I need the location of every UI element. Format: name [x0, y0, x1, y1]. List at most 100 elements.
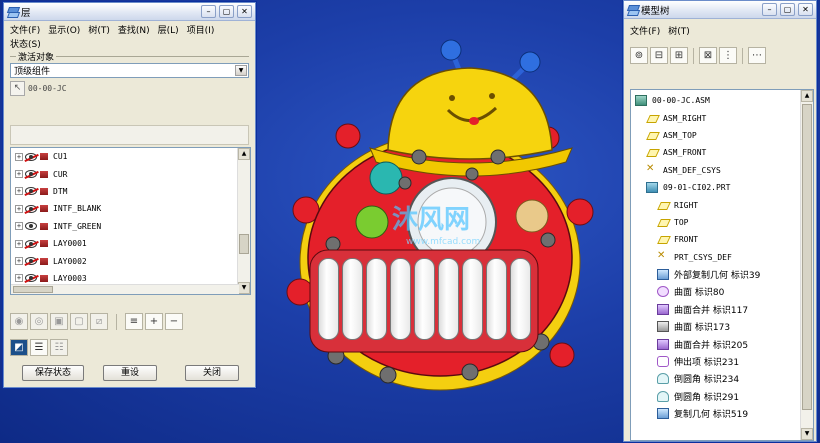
model-tree[interactable]: 00-00-JC.ASM ASM_RIGHT ASM_TOP ASM_FRONT ASM… — [630, 89, 814, 441]
view-mode-icon[interactable]: ◩ — [10, 339, 28, 356]
eye-hidden-icon[interactable] — [25, 170, 37, 179]
layer-settings-icon[interactable]: ≡ — [125, 313, 143, 330]
add-icon[interactable]: + — [145, 313, 163, 330]
scroll-thumb[interactable] — [239, 234, 249, 254]
layer-row[interactable]: + LAY0002 — [11, 252, 250, 269]
layer-row[interactable]: + CU1 — [11, 148, 250, 165]
hide-icon[interactable]: ◎ — [30, 313, 48, 330]
remove-icon[interactable]: − — [165, 313, 183, 330]
tree-item[interactable]: 倒圆角 标识291 — [631, 388, 813, 405]
show-tree-icon[interactable]: ⋯ — [748, 47, 766, 64]
menu-item[interactable]: 项目(I) — [187, 24, 215, 38]
eye-hidden-icon[interactable] — [25, 274, 37, 283]
layer-row[interactable]: + INTF_GREEN — [11, 218, 250, 235]
tree-item[interactable]: ASM_FRONT — [631, 144, 813, 161]
eye-hidden-icon[interactable] — [25, 187, 37, 196]
tool-separator — [742, 47, 743, 64]
hscroll-thumb[interactable] — [13, 286, 53, 293]
tree-item[interactable]: RIGHT — [631, 196, 813, 213]
scroll-thumb[interactable] — [802, 104, 812, 410]
tree-columns-icon[interactable]: ⊞ — [670, 47, 688, 64]
expand-icon[interactable]: + — [15, 170, 23, 179]
eye-hidden-icon[interactable] — [25, 257, 37, 266]
piano-key — [342, 258, 363, 340]
minimize-button[interactable]: – — [201, 5, 216, 18]
layers-list[interactable]: + CU1 + CUR + DTM + INTF_BLANK + INTF_GREEN + LAY00… — [10, 147, 251, 295]
expand-icon[interactable]: + — [15, 152, 23, 161]
close-window-button[interactable]: ✕ — [237, 5, 252, 18]
tree-item[interactable]: ASM_TOP — [631, 127, 813, 144]
tree-item[interactable]: 倒圆角 标识234 — [631, 370, 813, 387]
layers-titlebar[interactable]: 层 – ▢ ✕ — [4, 3, 255, 21]
menu-layer[interactable]: 层(L) — [158, 24, 179, 38]
tree-item[interactable]: ASM_RIGHT — [631, 109, 813, 126]
expand-icon[interactable]: + — [15, 204, 23, 213]
isolate-icon[interactable]: ▣ — [50, 313, 68, 330]
tree-filter-icon[interactable]: ⊟ — [650, 47, 668, 64]
tree-item[interactable]: ASM_DEF_CSYS — [631, 162, 813, 179]
menu-file[interactable]: 文件(F) — [630, 25, 660, 39]
close-button[interactable]: 关闭 — [185, 365, 239, 381]
chevron-down-icon[interactable]: ▼ — [235, 65, 247, 76]
menu-display[interactable]: 显示(O) — [48, 24, 80, 38]
model-tree-vscroll[interactable]: ▲ ▼ — [800, 90, 813, 440]
watermark-url: www.mfcad.com — [406, 237, 480, 247]
tree-item[interactable]: 伸出项 标识231 — [631, 353, 813, 370]
layers-hscroll[interactable] — [11, 284, 239, 294]
tree-item[interactable]: TOP — [631, 214, 813, 231]
save-state-button[interactable]: 保存状态 — [22, 365, 84, 381]
select-layer-icon[interactable]: ▢ — [70, 313, 88, 330]
show-icon[interactable]: ◉ — [10, 313, 28, 330]
active-object-select[interactable]: 顶级组件 ▼ — [10, 63, 249, 78]
tree-item[interactable]: 09-01-CI02.PRT — [631, 179, 813, 196]
tree-item[interactable]: 00-00-JC.ASM — [631, 92, 813, 109]
layer-icon — [40, 274, 48, 282]
expand-icon[interactable]: + — [15, 187, 23, 196]
menu-tree[interactable]: 树(T) — [668, 25, 690, 39]
tree-item[interactable]: PRT_CSYS_DEF — [631, 249, 813, 266]
tree-item[interactable]: 外部复制几何 标识39 — [631, 266, 813, 283]
menu-file[interactable]: 文件(F) — [10, 24, 40, 38]
binoculars-icon[interactable]: ⊚ — [630, 47, 648, 64]
tree-item[interactable]: 曲面 标识80 — [631, 283, 813, 300]
eye-hidden-icon[interactable] — [25, 239, 37, 248]
eye-hidden-icon[interactable] — [25, 204, 37, 213]
list-view-icon[interactable]: ☰ — [30, 339, 48, 356]
close-window-button[interactable]: ✕ — [798, 3, 813, 16]
tree-item[interactable]: 曲面合并 标识117 — [631, 301, 813, 318]
layer-row[interactable]: + INTF_BLANK — [11, 200, 250, 217]
tree-item[interactable]: FRONT — [631, 231, 813, 248]
minimize-button[interactable]: – — [762, 3, 777, 16]
model-tree-titlebar[interactable]: 模型树 – ▢ ✕ — [624, 1, 816, 19]
maximize-button[interactable]: ▢ — [780, 3, 795, 16]
tree-item[interactable]: 曲面 标识173 — [631, 318, 813, 335]
pointer-icon[interactable]: ↖ — [10, 81, 25, 96]
eye-icon[interactable] — [25, 222, 37, 231]
datum-plane-icon — [657, 234, 669, 245]
tree-item[interactable]: 复制几何 标识519 — [631, 405, 813, 422]
layers-vscroll[interactable]: ▲ ▼ — [237, 148, 250, 294]
menu-tree[interactable]: 树(T) — [88, 24, 110, 38]
layer-row[interactable]: + CUR — [11, 165, 250, 182]
reset-button[interactable]: 重设 — [103, 365, 157, 381]
menu-find[interactable]: 查找(N) — [118, 24, 150, 38]
bump-right-2 — [549, 342, 575, 368]
tree-settings-icon[interactable]: ⊠ — [699, 47, 717, 64]
tree-item[interactable]: 曲面合并 标识205 — [631, 335, 813, 352]
layer-properties-icon[interactable]: ⧄ — [90, 313, 108, 330]
eye-hidden-icon[interactable] — [25, 152, 37, 161]
maximize-button[interactable]: ▢ — [219, 5, 234, 18]
layer-row[interactable]: + DTM — [11, 183, 250, 200]
expand-all-icon[interactable]: ⋮ — [719, 47, 737, 64]
scroll-down-icon[interactable]: ▼ — [801, 428, 813, 440]
scroll-up-icon[interactable]: ▲ — [238, 148, 250, 160]
tree-item-label: 09-01-CI02.PRT — [663, 183, 731, 193]
expand-icon[interactable]: + — [15, 239, 23, 248]
scroll-up-icon[interactable]: ▲ — [801, 90, 813, 102]
scroll-down-icon[interactable]: ▼ — [238, 282, 250, 294]
layer-row[interactable]: + LAY0001 — [11, 235, 250, 252]
expand-icon[interactable]: + — [15, 222, 23, 231]
expand-icon[interactable]: + — [15, 274, 23, 283]
detail-view-icon[interactable]: ☷ — [50, 339, 68, 356]
expand-icon[interactable]: + — [15, 257, 23, 266]
